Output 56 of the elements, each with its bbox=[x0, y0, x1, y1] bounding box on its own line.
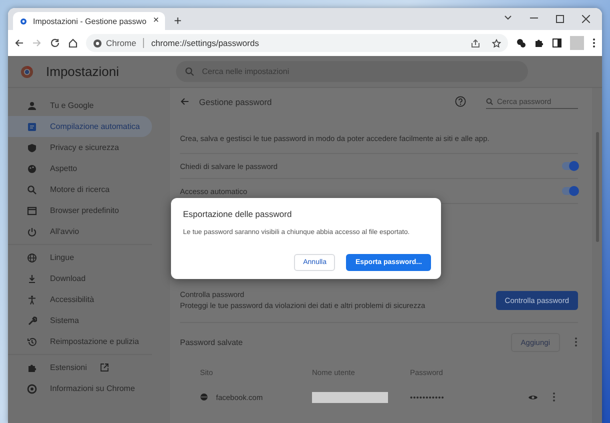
sidebar-item[interactable]: Motore di ricerca bbox=[8, 179, 152, 200]
palette-icon bbox=[27, 164, 37, 174]
sidebar-item[interactable]: Estensioni bbox=[8, 357, 152, 378]
more-icon[interactable] bbox=[574, 337, 578, 347]
sidebar-item[interactable]: All'avvio bbox=[8, 221, 152, 242]
sidebar-item[interactable]: Reimpostazione e pulizia bbox=[8, 331, 152, 352]
close-tab-button[interactable]: × bbox=[153, 16, 159, 26]
reload-icon[interactable] bbox=[50, 38, 60, 48]
power-icon bbox=[27, 226, 37, 236]
section-title: Password salvate bbox=[180, 338, 243, 346]
toggle-switch[interactable] bbox=[562, 187, 578, 195]
sidebar-item[interactable]: Compilazione automatica bbox=[8, 116, 152, 137]
minimize-icon[interactable] bbox=[530, 15, 538, 21]
eye-icon[interactable] bbox=[528, 394, 538, 400]
download-icon bbox=[27, 274, 37, 284]
accessibility-icon bbox=[27, 294, 37, 304]
sidebar-item[interactable]: Informazioni su Chrome bbox=[8, 378, 152, 399]
shield-icon bbox=[27, 142, 37, 152]
browser-tab[interactable]: Impostazioni - Gestione passwo × bbox=[13, 12, 165, 30]
dialog-title: Esportazione delle password bbox=[183, 209, 293, 219]
url-text: chrome://settings/passwords bbox=[151, 38, 259, 48]
star-icon[interactable] bbox=[492, 38, 501, 48]
share-icon[interactable] bbox=[471, 38, 480, 48]
sidebar-item[interactable]: Tu e Google bbox=[8, 95, 152, 116]
search-icon bbox=[27, 184, 37, 194]
new-tab-button[interactable]: + bbox=[174, 14, 182, 27]
sidebar-item[interactable]: Lingue bbox=[8, 247, 152, 268]
sidebar-item[interactable]: Sistema bbox=[8, 310, 152, 331]
browser-window-icon bbox=[27, 206, 37, 216]
help-icon[interactable] bbox=[455, 96, 466, 107]
back-arrow-icon[interactable] bbox=[14, 38, 24, 48]
side-panel-icon[interactable] bbox=[552, 38, 562, 48]
chevron-down-icon[interactable] bbox=[504, 15, 512, 21]
sidebar-item[interactable]: Browser predefinito bbox=[8, 200, 152, 221]
person-icon bbox=[27, 100, 37, 110]
history-icon bbox=[27, 336, 37, 346]
sidebar-item[interactable]: Accessibilità bbox=[8, 289, 152, 310]
puzzle-icon bbox=[27, 362, 37, 372]
page-title: Gestione password bbox=[199, 96, 272, 106]
wrench-icon bbox=[27, 316, 37, 326]
sidebar-item[interactable]: Privacy e sicurezza bbox=[8, 137, 152, 158]
menu-icon[interactable] bbox=[592, 38, 596, 48]
form-icon bbox=[27, 122, 37, 132]
sidebar-item[interactable]: Download bbox=[8, 268, 152, 289]
close-icon[interactable] bbox=[582, 15, 590, 23]
search-icon bbox=[185, 67, 194, 76]
maximize-icon[interactable] bbox=[556, 15, 564, 23]
more-icon[interactable] bbox=[552, 392, 556, 402]
toggle-switch[interactable] bbox=[562, 162, 578, 170]
address-bar[interactable]: Chrome chrome://settings/passwords bbox=[86, 34, 508, 52]
site-label: Chrome bbox=[106, 38, 136, 48]
puzzle-icon[interactable] bbox=[534, 38, 544, 48]
search-icon bbox=[486, 98, 493, 104]
settings-title: Impostazioni bbox=[46, 64, 120, 79]
sidebar-item[interactable]: Aspetto bbox=[8, 158, 152, 179]
home-icon[interactable] bbox=[68, 38, 78, 48]
